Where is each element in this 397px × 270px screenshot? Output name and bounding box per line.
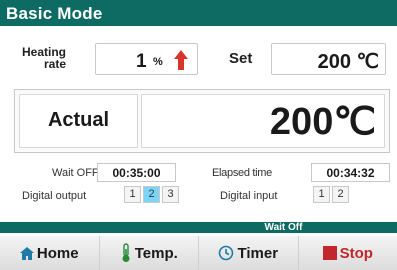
stop-button[interactable]: Stop bbox=[298, 236, 397, 270]
heating-rate-label: Heating rate bbox=[22, 46, 66, 70]
elapsed-time-field: 00:34:32 bbox=[311, 163, 390, 182]
digital-output-group: 1 2 3 bbox=[124, 186, 179, 203]
stop-square-icon bbox=[322, 246, 337, 260]
actual-value-box: 200℃ bbox=[141, 94, 385, 148]
actual-panel: Actual 200℃ bbox=[14, 89, 390, 153]
temp-button[interactable]: Temp. bbox=[99, 236, 199, 270]
digital-input-2: 2 bbox=[332, 186, 349, 203]
set-temperature-value: 200 ℃ bbox=[317, 51, 379, 73]
stop-label: Stop bbox=[339, 244, 373, 262]
temp-label: Temp. bbox=[134, 244, 178, 262]
home-label: Home bbox=[36, 244, 79, 262]
set-temperature-field[interactable]: 200 ℃ bbox=[271, 43, 386, 75]
actual-temperature-value: 200℃ bbox=[269, 101, 376, 143]
digital-input-1: 1 bbox=[313, 186, 330, 203]
digital-output-2[interactable]: 2 bbox=[143, 186, 160, 203]
set-label: Set bbox=[229, 50, 253, 67]
bottom-nav: Home Temp. Timer Stop bbox=[0, 236, 397, 270]
home-button[interactable]: Home bbox=[0, 236, 100, 270]
digital-output-3[interactable]: 3 bbox=[162, 186, 179, 203]
heating-rate-unit: % bbox=[153, 56, 163, 68]
thermometer-icon bbox=[122, 243, 130, 262]
timer-label: Timer bbox=[237, 244, 279, 262]
heating-rate-value: 1 bbox=[136, 51, 147, 72]
clock-icon bbox=[219, 245, 234, 261]
timer-button[interactable]: Timer bbox=[199, 236, 299, 270]
wait-label: Wait OFF bbox=[52, 167, 99, 179]
elapsed-label: Elapsed time bbox=[212, 167, 272, 179]
home-icon bbox=[19, 246, 34, 260]
actual-label: Actual bbox=[19, 94, 138, 148]
digital-output-1[interactable]: 1 bbox=[124, 186, 141, 203]
heating-rate-field[interactable]: 1 % bbox=[95, 43, 198, 75]
status-bar: Wait Off bbox=[0, 222, 397, 233]
digital-output-label: Digital output bbox=[22, 190, 87, 202]
digital-input-label: Digital input bbox=[220, 190, 278, 202]
wait-time-field[interactable]: 00:35:00 bbox=[97, 163, 176, 182]
page-title: Basic Mode bbox=[0, 0, 397, 26]
arrow-up-icon bbox=[174, 50, 188, 70]
digital-input-group: 1 2 bbox=[313, 186, 349, 203]
heating-rate-label-line2: rate bbox=[44, 57, 67, 71]
